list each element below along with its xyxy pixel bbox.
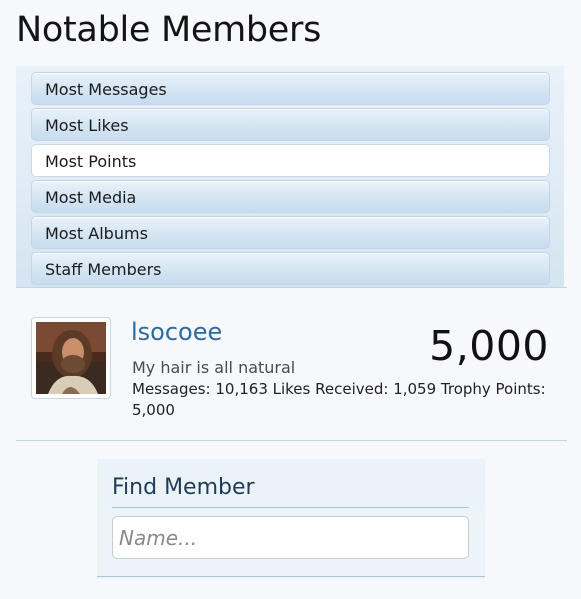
find-member-box: Find Member	[97, 459, 485, 579]
member-user-title: My hair is all natural	[132, 358, 296, 377]
tab-most-likes[interactable]: Most Likes	[31, 108, 550, 141]
footer-rule	[97, 576, 485, 577]
tabs-panel: Most Messages Most Likes Most Points Mos…	[16, 66, 564, 287]
tab-most-media[interactable]: Most Media	[31, 180, 550, 213]
tab-most-points[interactable]: Most Points	[31, 144, 550, 177]
heading-rule	[112, 507, 469, 508]
member-username-link[interactable]: lsocoee	[131, 318, 222, 346]
avatar-image	[36, 322, 106, 394]
avatar[interactable]	[31, 317, 111, 399]
tab-most-albums[interactable]: Most Albums	[31, 216, 550, 249]
member-name-input[interactable]	[112, 516, 469, 559]
tab-most-messages[interactable]: Most Messages	[31, 72, 550, 105]
divider	[16, 287, 567, 288]
find-member-heading: Find Member	[112, 475, 255, 500]
divider	[16, 440, 567, 441]
member-stats: Messages: 10,163 Likes Received: 1,059 T…	[132, 380, 546, 419]
member-score: 5,000	[429, 322, 549, 370]
tab-staff-members[interactable]: Staff Members	[31, 252, 550, 285]
page-title: Notable Members	[16, 10, 322, 50]
